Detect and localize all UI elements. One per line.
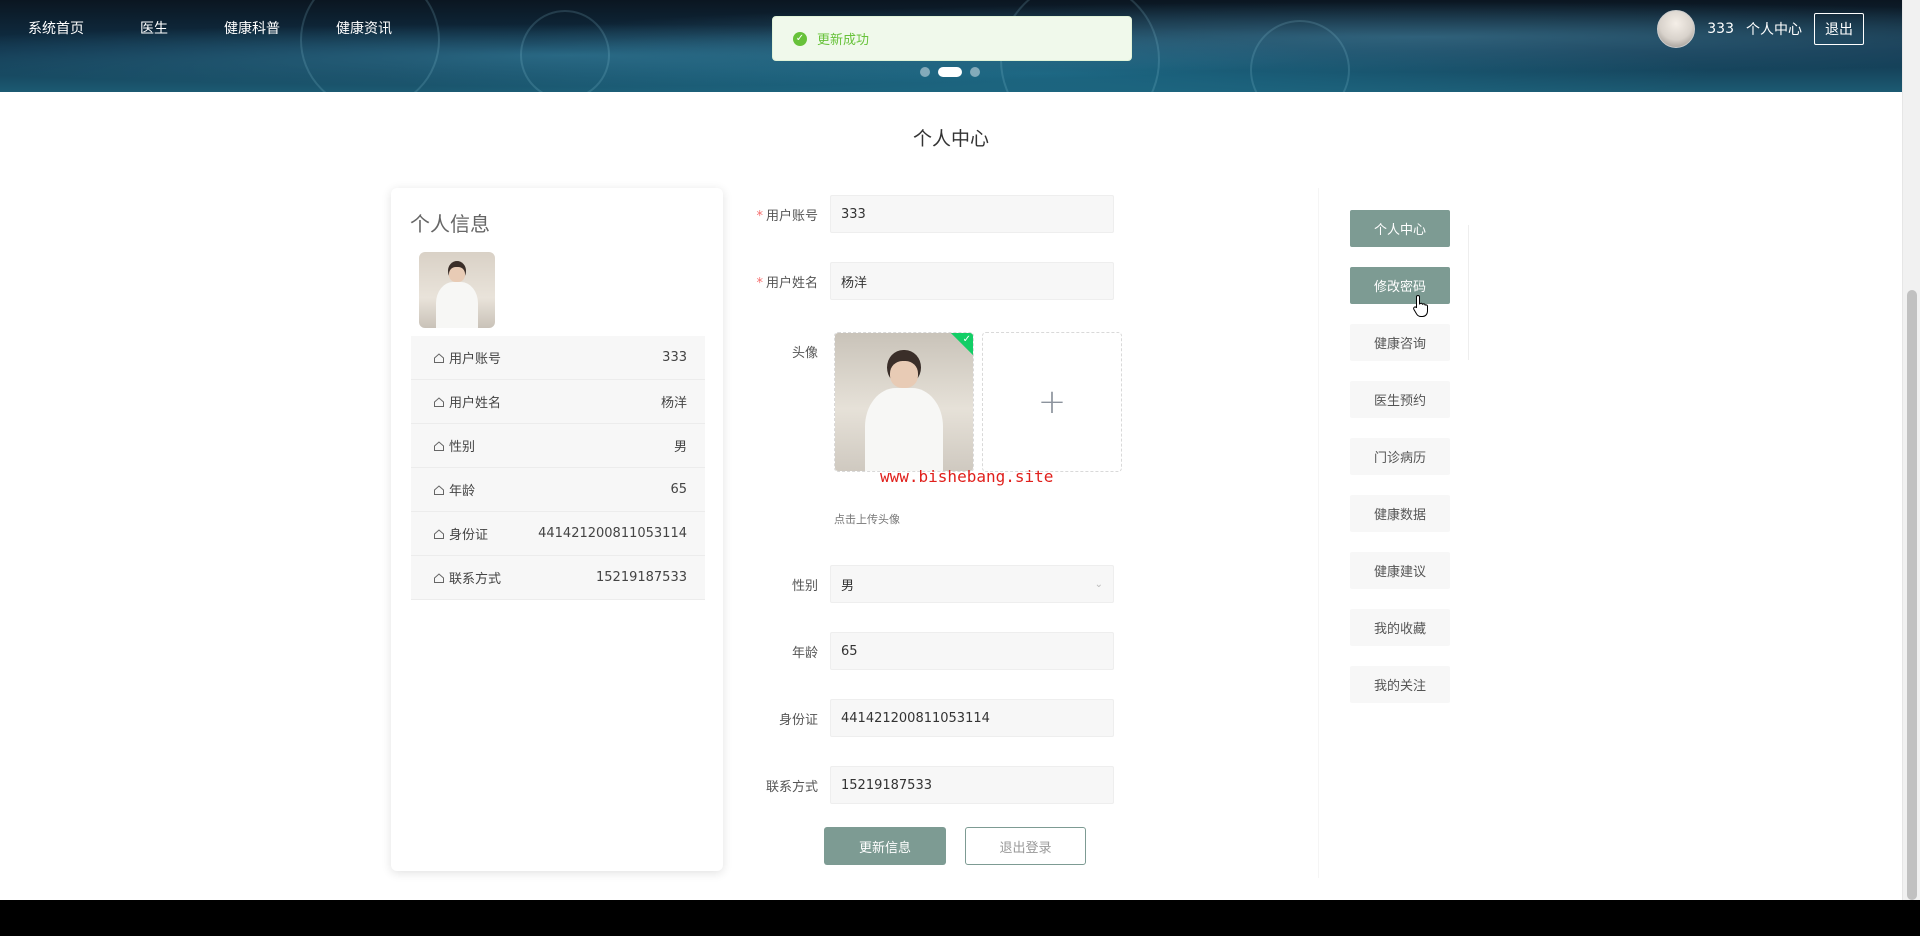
info-label: 性别 — [449, 440, 476, 455]
main-nav: 系统首页 医生 健康科普 健康资讯 — [0, 0, 420, 56]
page-scrollbar[interactable] — [1902, 0, 1920, 900]
name-field[interactable]: 杨洋 — [830, 262, 1114, 300]
profile-card-title: 个人信息 — [410, 212, 490, 236]
hand-cursor-icon — [1413, 294, 1428, 317]
home-icon — [434, 396, 444, 407]
plus-icon: + — [1037, 382, 1067, 422]
info-value: 333 — [662, 350, 687, 365]
home-icon — [434, 484, 444, 495]
info-label: 年龄 — [449, 484, 476, 499]
avatar[interactable] — [1657, 10, 1696, 48]
menu-item-health-data[interactable]: 健康数据 — [1350, 495, 1450, 532]
menu-item-doctor-appointment[interactable]: 医生预约 — [1350, 381, 1450, 418]
profile-card: 个人信息 用户账号 333 用户姓名 杨洋 性别 男 年龄 65 身份证 441… — [391, 188, 723, 871]
nav-item-health-news[interactable]: 健康资讯 — [308, 18, 420, 38]
contact-label: 联系方式 — [765, 779, 818, 795]
list-item: 用户账号 333 — [411, 336, 705, 380]
list-item: 身份证 441421200811053114 — [411, 512, 705, 556]
info-value: 男 — [673, 440, 687, 455]
name-label: 用户姓名 — [765, 275, 818, 291]
banner-decoration — [520, 10, 610, 92]
form-row-id-card: 身份证 441421200811053114 — [740, 699, 1140, 737]
header-user-area: 333 个人中心 退出 — [1657, 10, 1864, 48]
success-toast: ✓ 更新成功 — [772, 16, 1132, 61]
uploaded-avatar[interactable]: ✓ — [834, 332, 974, 472]
check-icon: ✓ — [962, 334, 971, 345]
header-logout-button[interactable]: 退出 — [1814, 13, 1864, 45]
logout-button[interactable]: 退出登录 — [965, 827, 1086, 865]
avatar-upload-button[interactable]: + — [982, 332, 1122, 472]
home-icon — [434, 440, 444, 451]
info-value: 65 — [670, 482, 687, 497]
menu-item-medical-record[interactable]: 门诊病历 — [1350, 438, 1450, 475]
list-item: 性别 男 — [411, 424, 705, 468]
carousel-dot[interactable] — [920, 67, 930, 77]
divider — [1468, 225, 1469, 360]
chevron-down-icon: ⌄ — [1094, 578, 1103, 590]
list-item: 年龄 65 — [411, 468, 705, 512]
account-field[interactable]: 333 — [830, 195, 1114, 233]
profile-info-list: 用户账号 333 用户姓名 杨洋 性别 男 年龄 65 身份证 44142120… — [411, 336, 705, 600]
account-label: 用户账号 — [765, 208, 818, 224]
footer — [0, 900, 1920, 936]
form-row-gender: 性别 男 ⌄ — [740, 565, 1140, 603]
info-label: 联系方式 — [449, 572, 502, 587]
info-value: 441421200811053114 — [538, 526, 687, 541]
menu-item-change-password[interactable]: 修改密码 — [1350, 267, 1450, 304]
menu-item-health-consult[interactable]: 健康咨询 — [1350, 324, 1450, 361]
banner-decoration — [1250, 20, 1350, 92]
watermark: www.bishebang.site — [880, 467, 1054, 486]
page-title: 个人中心 — [912, 128, 989, 150]
menu-item-follows[interactable]: 我的关注 — [1350, 666, 1450, 703]
user-center-menu: 个人中心 修改密码 健康咨询 医生预约 门诊病历 健康数据 健康建议 我的收藏 … — [1350, 210, 1450, 723]
gender-label: 性别 — [791, 578, 818, 594]
scrollbar-thumb[interactable] — [1907, 290, 1917, 900]
id-card-field[interactable]: 441421200811053114 — [830, 699, 1114, 737]
info-value: 杨洋 — [660, 396, 687, 411]
home-icon — [434, 528, 444, 539]
carousel-dot[interactable] — [970, 67, 980, 77]
menu-item-user-center[interactable]: 个人中心 — [1350, 210, 1450, 247]
list-item: 联系方式 15219187533 — [411, 556, 705, 600]
toast-message: 更新成功 — [817, 33, 870, 48]
update-info-button[interactable]: 更新信息 — [824, 827, 946, 865]
form-row-contact: 联系方式 15219187533 — [740, 766, 1140, 804]
menu-item-health-advice[interactable]: 健康建议 — [1350, 552, 1450, 589]
age-label: 年龄 — [791, 645, 818, 661]
home-icon — [434, 572, 444, 583]
avatar-image — [835, 333, 973, 471]
nav-item-health-science[interactable]: 健康科普 — [196, 18, 308, 38]
profile-photo-image — [419, 252, 495, 328]
contact-field[interactable]: 15219187533 — [830, 766, 1114, 804]
info-label: 用户账号 — [449, 352, 502, 367]
info-value: 15219187533 — [596, 570, 687, 585]
profile-photo — [419, 252, 495, 328]
nav-item-home[interactable]: 系统首页 — [0, 18, 112, 38]
carousel-indicators — [920, 67, 980, 77]
divider — [1318, 188, 1319, 878]
nav-item-doctor[interactable]: 医生 — [112, 18, 196, 38]
form-row-age: 年龄 65 — [740, 632, 1140, 670]
form-row-name: * 用户姓名 杨洋 — [740, 262, 1140, 300]
header-username: 333 — [1707, 21, 1734, 37]
form-row-account: * 用户账号 333 — [740, 195, 1140, 233]
menu-item-favorites[interactable]: 我的收藏 — [1350, 609, 1450, 646]
info-label: 用户姓名 — [449, 396, 502, 411]
gender-select[interactable]: 男 ⌄ — [830, 565, 1114, 603]
upload-hint: 点击上传头像 — [834, 513, 900, 526]
info-label: 身份证 — [449, 528, 489, 543]
success-check-icon: ✓ — [793, 31, 807, 46]
age-field[interactable]: 65 — [830, 632, 1114, 670]
home-icon — [434, 352, 444, 363]
id-card-label: 身份证 — [778, 712, 818, 728]
user-center-link[interactable]: 个人中心 — [1746, 19, 1802, 39]
list-item: 用户姓名 杨洋 — [411, 380, 705, 424]
avatar-label: 头像 — [791, 346, 818, 361]
carousel-dot-active[interactable] — [938, 67, 962, 77]
